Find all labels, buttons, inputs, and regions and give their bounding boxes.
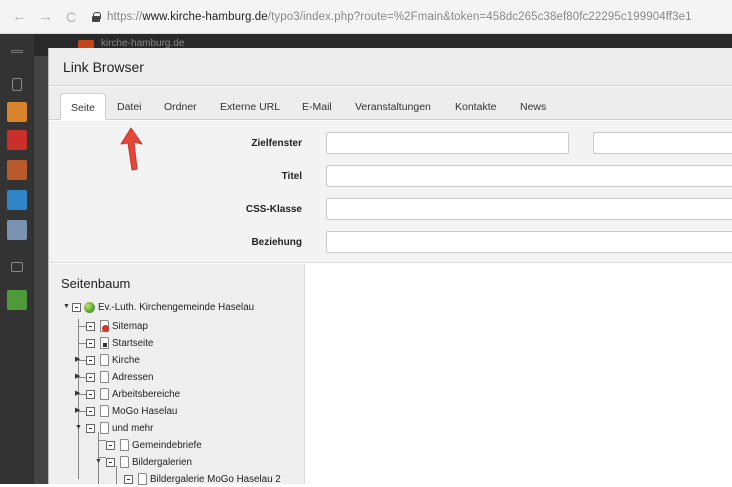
tree-item-adressen[interactable]: Adressen xyxy=(86,369,153,385)
expand-caret-icon[interactable]: ▼ xyxy=(75,420,82,436)
tree-item-label: Bildergalerien xyxy=(132,456,192,468)
page-icon xyxy=(100,405,109,417)
expand-caret-icon[interactable]: ▶ xyxy=(75,403,80,419)
extension-module-icon[interactable] xyxy=(7,290,27,310)
tree-item-sitemap[interactable]: Sitemap xyxy=(86,318,148,334)
tree-item-label: Arbeitsbereiche xyxy=(112,388,181,400)
tree-item-und-mehr[interactable]: und mehr xyxy=(86,420,153,436)
tree-item-label: Gemeindebriefe xyxy=(132,439,202,451)
expand-caret-icon[interactable]: ▶ xyxy=(75,369,80,385)
relation-label: Beziehung xyxy=(251,237,302,248)
collapse-toggle-icon[interactable] xyxy=(86,338,95,348)
collapse-toggle-icon[interactable] xyxy=(86,372,95,382)
target-input[interactable] xyxy=(326,132,569,154)
tree-item-mogo-haselau[interactable]: MoGo Haselau xyxy=(86,403,177,419)
address-bar[interactable]: https://www.kirche-hamburg.de/typo3/inde… xyxy=(107,11,692,23)
page-icon xyxy=(100,422,109,434)
tree-item-bildergalerie-mogo[interactable]: Bildergalerie MoGo Haselau 2 xyxy=(124,471,281,487)
tree-item-label: Bildergalerie MoGo Haselau 2 xyxy=(150,473,281,485)
collapse-toggle-icon[interactable] xyxy=(124,474,133,484)
image-module-icon[interactable] xyxy=(11,262,23,272)
tab-ordner[interactable]: Ordner xyxy=(164,93,197,120)
tab-seite[interactable]: Seite xyxy=(60,93,106,120)
tab-news[interactable]: News xyxy=(520,93,546,120)
modal-title: Link Browser xyxy=(63,58,144,75)
info-module-icon[interactable] xyxy=(7,190,27,210)
tree-connector xyxy=(98,440,106,441)
tree-item-label: Ev.-Luth. Kirchengemeinde Haselau xyxy=(98,301,255,313)
tree-item-arbeitsbereiche[interactable]: Arbeitsbereiche xyxy=(86,386,180,402)
tree-connector xyxy=(78,326,86,327)
tree-item-label: Sitemap xyxy=(112,320,148,332)
css-class-input[interactable] xyxy=(326,198,732,220)
module-menu xyxy=(0,34,34,484)
collapse-toggle-icon[interactable] xyxy=(86,321,95,331)
collapse-toggle-icon[interactable] xyxy=(86,355,95,365)
tree-item-label: MoGo Haselau xyxy=(112,405,178,417)
tree-item-kirche[interactable]: Kirche xyxy=(86,352,140,368)
target-select[interactable] xyxy=(593,132,732,154)
startpage-icon xyxy=(100,337,109,349)
tree-item-gemeindebriefe[interactable]: Gemeindebriefe xyxy=(106,437,202,453)
tree-item-bildergalerien[interactable]: Bildergalerien xyxy=(106,454,192,470)
collapse-toggle-icon[interactable] xyxy=(106,457,115,467)
tree-item-label: und mehr xyxy=(112,422,154,434)
template-module-icon[interactable] xyxy=(7,220,27,240)
expand-caret-icon[interactable]: ▶ xyxy=(75,386,80,402)
page-tree-panel: Seitenbaum ▼ Ev.-Luth. Kirchengemeinde H… xyxy=(49,264,305,487)
page-module-icon[interactable] xyxy=(12,78,22,91)
title-input[interactable] xyxy=(326,165,732,187)
page-icon xyxy=(100,371,109,383)
target-label: Zielfenster xyxy=(251,138,302,149)
modal-header: Link Browser xyxy=(49,48,732,86)
page-icon xyxy=(120,439,129,451)
tab-e-mail[interactable]: E-Mail xyxy=(302,93,332,120)
relation-input[interactable] xyxy=(326,231,732,253)
css-class-label: CSS-Klasse xyxy=(245,204,302,215)
tree-connector xyxy=(78,343,86,344)
tab-kontakte[interactable]: Kontakte xyxy=(455,93,496,120)
tab-datei[interactable]: Datei xyxy=(117,93,142,120)
link-browser-modal: Link Browser Seite Datei Ordner Externe … xyxy=(48,48,732,487)
lock-icon xyxy=(92,11,101,22)
list-module-icon[interactable] xyxy=(7,160,27,180)
tree-item-root[interactable]: Ev.-Luth. Kirchengemeinde Haselau xyxy=(72,299,254,315)
view-module-icon[interactable] xyxy=(7,130,27,150)
globe-icon xyxy=(84,301,95,313)
tree-item-label: Adressen xyxy=(112,371,154,383)
expand-caret-icon[interactable]: ▶ xyxy=(75,352,80,368)
menu-icon[interactable] xyxy=(11,50,23,53)
tree-item-label: Startseite xyxy=(112,337,154,349)
expand-caret-icon[interactable]: ▼ xyxy=(95,454,102,470)
forward-icon[interactable]: → xyxy=(38,9,53,24)
collapse-toggle-icon[interactable] xyxy=(86,406,95,416)
expand-caret-icon[interactable]: ▼ xyxy=(63,299,70,315)
link-type-tabs: Seite Datei Ordner Externe URL E-Mail Ve… xyxy=(49,87,732,120)
browser-toolbar: ← → C https://www.kirche-hamburg.de/typo… xyxy=(0,0,732,34)
page-icon xyxy=(120,456,129,468)
back-icon[interactable]: ← xyxy=(12,9,27,24)
page-icon xyxy=(100,354,109,366)
reload-icon[interactable]: C xyxy=(64,10,78,24)
sitemap-page-icon xyxy=(100,320,109,332)
collapse-toggle-icon[interactable] xyxy=(106,440,115,450)
collapse-toggle-icon[interactable] xyxy=(72,302,81,312)
file-module-icon[interactable] xyxy=(7,102,27,122)
tree-item-startseite[interactable]: Startseite xyxy=(86,335,153,351)
collapse-toggle-icon[interactable] xyxy=(86,423,95,433)
page-icon xyxy=(138,473,147,485)
tree-item-label: Kirche xyxy=(112,354,140,366)
collapse-toggle-icon[interactable] xyxy=(86,389,95,399)
url-path: /typo3/index.php?route=%2Fmain&token=458… xyxy=(267,10,692,23)
backend-content-edge xyxy=(34,56,48,484)
url-prefix: https:// xyxy=(107,10,143,23)
url-domain: www.kirche-hamburg.de xyxy=(142,10,268,23)
tab-externe-url[interactable]: Externe URL xyxy=(220,93,280,120)
page-tree-title: Seitenbaum xyxy=(61,276,131,291)
page-icon xyxy=(100,388,109,400)
tab-veranstaltungen[interactable]: Veranstaltungen xyxy=(355,93,431,120)
link-attributes-form: Zielfenster Titel CSS-Klasse Beziehung xyxy=(49,121,732,263)
annotation-arrow-icon xyxy=(120,127,143,171)
title-label: Titel xyxy=(281,171,302,182)
